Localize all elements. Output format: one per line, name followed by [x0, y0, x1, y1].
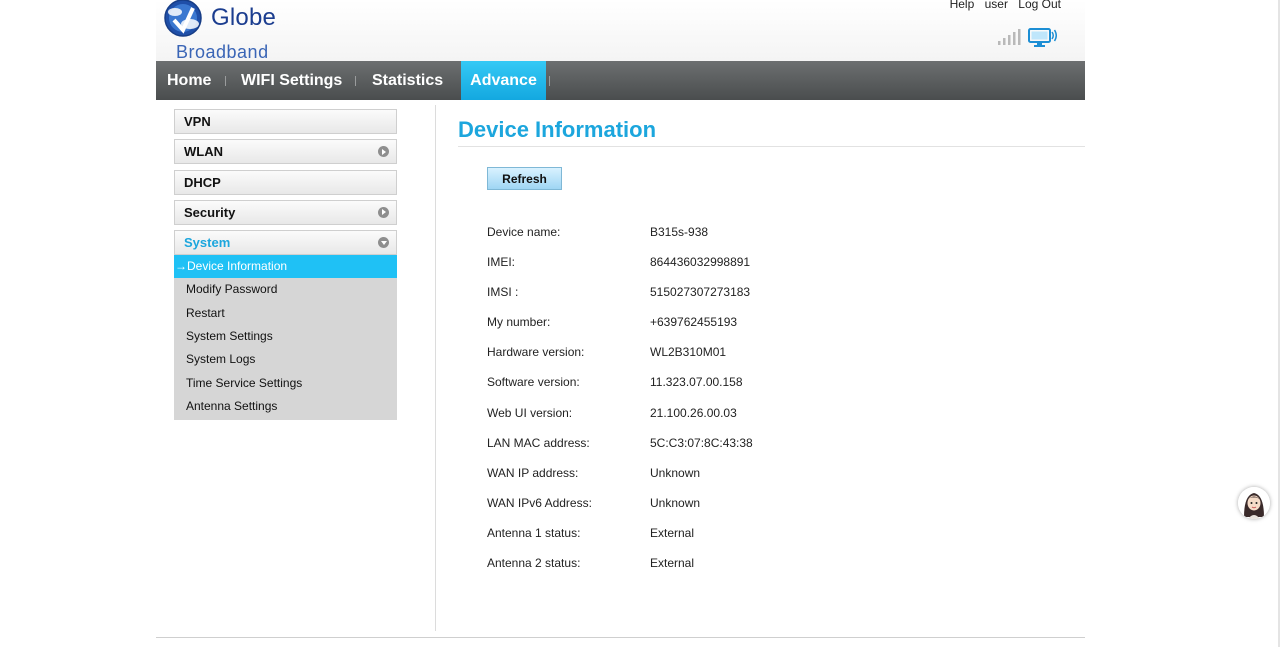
system-submenu: →Device Information Modify Password Rest… — [174, 255, 397, 421]
submenu-item-restart[interactable]: Restart — [174, 302, 397, 325]
sidebar-item-label: VPN — [184, 114, 211, 129]
arrow-right-icon: → — [175, 259, 187, 274]
sidebar-item-system[interactable]: System — [174, 230, 397, 256]
info-row: LAN MAC address: 5C:C3:07:8C:43:38 — [487, 428, 753, 458]
info-row: IMSI : 515027307273183 — [487, 277, 753, 307]
info-value: 11.323.07.00.158 — [650, 375, 743, 390]
info-label: My number: — [487, 315, 551, 330]
avatar-face-icon — [1238, 487, 1270, 519]
chat-avatar-icon[interactable] — [1238, 487, 1270, 519]
info-value: 5C:C3:07:8C:43:38 — [650, 435, 753, 450]
nav-advance[interactable]: Advance — [461, 61, 546, 100]
content-divider — [435, 105, 436, 631]
info-row: Device name: B315s-938 — [487, 217, 753, 247]
top-links: Help user Log Out — [943, 0, 1061, 11]
submenu-item-antenna-settings[interactable]: Antenna Settings — [174, 395, 397, 418]
title-divider — [458, 146, 1085, 147]
info-label: Device name: — [487, 225, 561, 239]
info-value: External — [650, 556, 695, 571]
signal-strength-icon — [998, 29, 1021, 45]
sidebar-item-label: System — [184, 235, 231, 251]
main-nav: Home WIFI Settings Statistics Advance — [156, 61, 1085, 100]
info-row: WAN IP address: Unknown — [487, 458, 753, 488]
info-value: B315s-938 — [650, 225, 709, 239]
info-label: WAN IPv6 Address: — [487, 495, 592, 510]
sidebar-item-label: Security — [184, 204, 236, 220]
info-label: IMEI: — [487, 255, 516, 270]
nav-wifi-settings[interactable]: WIFI Settings — [241, 61, 342, 100]
info-row: Web UI version: 21.100.26.00.03 — [487, 398, 753, 428]
sidebar-item-wlan[interactable]: WLAN — [174, 139, 397, 165]
nav-home[interactable]: Home — [167, 61, 211, 100]
info-row: WAN IPv6 Address: Unknown — [487, 488, 753, 518]
info-label: Software version: — [487, 375, 580, 390]
submenu-item-system-settings[interactable]: System Settings — [174, 325, 397, 348]
sidebar: VPN WLAN DHCP Security System →Device In… — [174, 109, 397, 421]
info-value: WL2B310M01 — [650, 345, 727, 360]
page-title: Device Information — [458, 117, 657, 142]
sidebar-item-dhcp[interactable]: DHCP — [174, 169, 397, 195]
info-label: IMSI : — [487, 285, 519, 300]
info-value: Unknown — [650, 495, 701, 510]
submenu-item-label: Device Information — [187, 259, 288, 274]
info-value: 515027307273183 — [650, 285, 751, 300]
help-link[interactable]: Help — [950, 0, 975, 11]
info-value: Unknown — [650, 465, 701, 480]
header: Globe Broadband Help user Log Out — [156, 0, 1085, 62]
user-link[interactable]: user — [985, 0, 1008, 11]
info-label: Hardware version: — [487, 345, 585, 360]
brand-name: Globe — [211, 4, 277, 31]
info-row: Hardware version: WL2B310M01 — [487, 337, 753, 367]
footer-divider — [156, 637, 1085, 638]
nav-separator — [549, 76, 550, 86]
chevron-right-icon — [378, 206, 389, 218]
nav-statistics[interactable]: Statistics — [372, 61, 443, 100]
submenu-item-system-logs[interactable]: System Logs — [174, 348, 397, 371]
info-row: IMEI: 864436032998891 — [487, 247, 753, 277]
submenu-item-time-service-settings[interactable]: Time Service Settings — [174, 372, 397, 395]
chevron-right-icon — [378, 146, 389, 158]
info-row: Software version: 11.323.07.00.158 — [487, 367, 753, 397]
sidebar-item-vpn[interactable]: VPN — [174, 109, 397, 134]
sidebar-item-label: WLAN — [184, 144, 223, 160]
info-row: Antenna 2 status: External — [487, 548, 753, 578]
info-value: 21.100.26.00.03 — [650, 405, 737, 420]
submenu-item-device-information[interactable]: →Device Information — [174, 255, 397, 279]
nav-separator — [355, 76, 356, 86]
brand-subtitle: Broadband — [176, 42, 269, 62]
info-value: 864436032998891 — [650, 255, 751, 270]
info-value: +639762455193 — [650, 315, 738, 330]
logout-link[interactable]: Log Out — [1018, 0, 1061, 11]
nav-separator — [225, 76, 226, 86]
sidebar-item-security[interactable]: Security — [174, 199, 397, 225]
info-label: Antenna 1 status: — [487, 525, 581, 540]
chevron-down-icon — [378, 237, 389, 249]
device-info-table: Device name: B315s-938 IMEI: 8644360329988… — [487, 217, 753, 578]
info-label: LAN MAC address: — [487, 435, 590, 450]
info-label: WAN IP address: — [487, 465, 579, 480]
info-label: Antenna 2 status: — [487, 556, 581, 571]
globe-logo-icon — [164, 0, 202, 37]
info-row: My number: +639762455193 — [487, 307, 753, 337]
info-value: External — [650, 525, 695, 540]
info-row: Antenna 1 status: External — [487, 518, 753, 548]
refresh-button[interactable]: Refresh — [487, 167, 562, 190]
submenu-item-modify-password[interactable]: Modify Password — [174, 278, 397, 301]
sidebar-item-label: DHCP — [184, 174, 221, 190]
monitor-connection-icon — [1028, 28, 1057, 47]
info-label: Web UI version: — [487, 405, 573, 420]
page: Globe Broadband Help user Log Out Home W… — [0, 0, 1280, 647]
